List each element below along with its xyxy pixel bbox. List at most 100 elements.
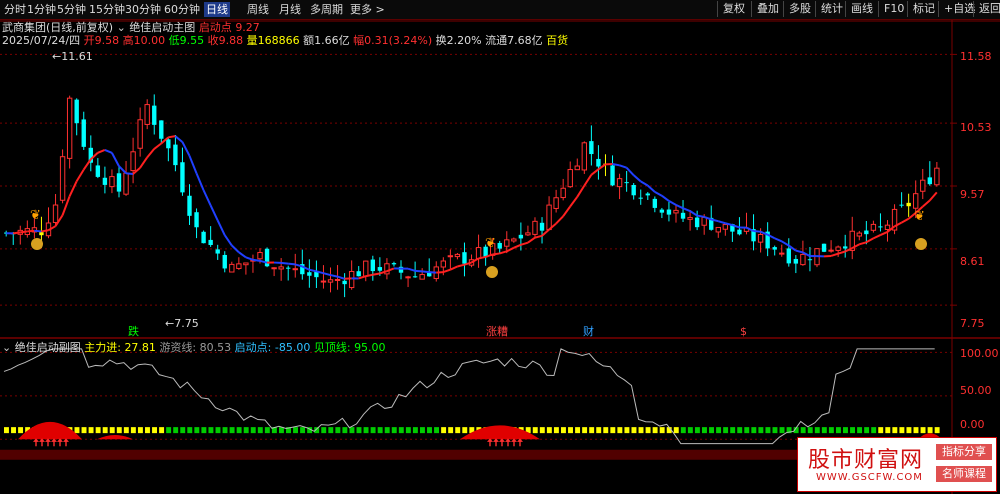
ma-segment [682,207,691,212]
toolbar-button[interactable]: F10 [878,1,904,17]
ma-segment [139,156,148,169]
ma-segment [20,230,28,234]
period-tab[interactable]: 多周期 [310,2,343,17]
indicator-name[interactable]: 绝佳启动主图 [129,21,195,34]
signal-bar [398,427,404,434]
candle-body [843,246,848,249]
signal-bar [130,427,136,434]
candle-body [412,276,418,278]
candle-body [659,209,665,213]
signal-bar [116,427,122,434]
sub-indicator-dropdown-icon[interactable]: ⌄ [2,341,11,354]
ma-segment [534,234,543,239]
ma-segment [372,272,380,276]
low-label: 低 [168,34,180,47]
ma-segment [506,246,515,253]
candle-body [419,274,425,280]
sub-indicator-name[interactable]: 绝佳启动副图 [15,341,81,354]
period-tab[interactable]: 月线 [279,2,301,17]
signal-bar [427,427,432,434]
signal-bar [81,427,87,434]
signal-bar [145,427,150,434]
ma-segment [668,200,677,206]
signal-bar [617,427,623,434]
candle-body [39,232,44,236]
toolbar-button[interactable]: 返回 [973,1,1000,17]
period-tab[interactable]: 分时 [4,2,26,17]
signal-bar [328,427,334,434]
signal-bar [730,427,736,434]
ma-segment [928,191,938,202]
signal-bar [779,427,785,434]
signal-bar [102,427,108,434]
candle-body [52,204,59,223]
signal-bar [871,427,877,434]
period-tab[interactable]: 日线 [204,2,230,17]
candle-body [722,224,729,230]
ma-segment [753,230,761,233]
toolbar-button[interactable]: 叠加 [751,1,779,17]
toolbar-button[interactable]: 多股 [783,1,811,17]
candle-body [123,172,129,195]
signal-bar [257,427,263,434]
signal-bar [807,427,813,434]
signal-bar [934,427,940,434]
ma-segment [337,275,345,280]
butterfly-icon: ❦ [914,209,925,224]
candle-body [793,258,799,264]
candle-body [701,216,707,226]
candle-body [391,263,397,265]
ma-segment [174,135,184,143]
signal-bar [603,427,609,434]
event-label[interactable]: $ [740,325,747,338]
ma-segment [407,267,416,272]
toolbar-button[interactable]: 画线 [845,1,873,17]
period-tab[interactable]: 周线 [247,2,269,17]
toolbar-button[interactable]: 标记 [907,1,935,17]
candle-body [137,119,143,149]
period-tab[interactable]: 1分钟 [27,2,56,17]
price-axis-label: 9.57 [960,188,985,201]
event-label[interactable]: 财 [583,325,594,338]
sub-axis-label: 50.00 [960,384,992,397]
ma-segment [280,261,289,265]
period-tab[interactable]: 更多 > [350,2,385,17]
toolbar-button[interactable]: 统计 [815,1,843,17]
ma-segment [118,165,127,174]
indicator-dropdown-icon[interactable]: ⌄ [117,21,126,34]
ma-segment [901,217,910,224]
price-axis-label: 11.58 [960,50,992,63]
signal-bar [405,427,411,434]
ma-segment [922,199,931,208]
candle-body [589,141,594,155]
event-label[interactable]: 涨糟 [486,325,508,338]
period-tab[interactable]: 5分钟 [57,2,86,17]
open-value: 9.58 [94,34,120,47]
candle-body [560,187,566,199]
signal-bar [631,427,637,434]
candle-body [737,229,742,235]
toolbar-button[interactable]: 复权 [717,1,745,17]
signal-bar [772,427,778,434]
ma-segment [879,231,888,236]
float-cap-label: 流通 [485,34,508,47]
candle-body [159,120,164,139]
candle-body [899,204,904,206]
chart-area[interactable]: ❦ ❦ ❦ [0,20,1000,494]
candle-body [920,179,926,192]
signal-bar [243,427,249,434]
ma-segment [223,234,233,246]
event-label[interactable]: 跌 [128,325,139,338]
ma-segment [202,189,212,206]
signal-bar [694,427,700,434]
candle-body [616,178,623,188]
sector-tag[interactable]: 百货 [546,34,568,47]
ma-segment [188,155,198,174]
period-tab[interactable]: 30分钟 [125,2,161,17]
period-tab[interactable]: 60分钟 [164,2,200,17]
main-panel-header: 武商集团(日线,前复权) ⌄ 绝佳启动主图 启动点 9.27 [2,21,260,34]
ma-segment [576,185,586,198]
period-tab[interactable]: 15分钟 [89,2,125,17]
signal-bar [899,427,905,434]
toolbar-button[interactable]: +自选 [938,1,975,17]
